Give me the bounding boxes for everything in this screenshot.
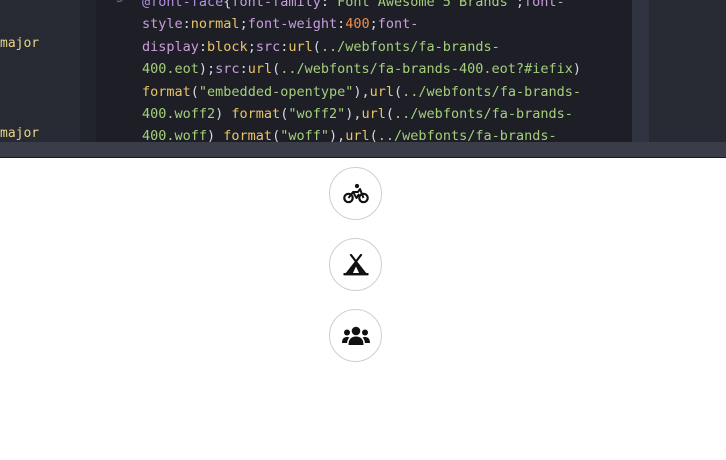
left-editor-column: major major bbox=[0, 0, 80, 142]
code-token: url bbox=[288, 38, 313, 55]
left-code-fragment: major bbox=[0, 126, 40, 141]
line-number: 5 bbox=[116, 0, 124, 6]
code-token: font-weight bbox=[247, 16, 338, 33]
code-token: : bbox=[182, 16, 191, 33]
code-token: url bbox=[247, 61, 273, 78]
code-token: ( bbox=[190, 83, 199, 100]
code-token: ) bbox=[572, 61, 581, 78]
code-token: ; bbox=[369, 16, 378, 33]
code-token: : bbox=[198, 38, 208, 55]
code-token: ../webfonts/fa-brands- bbox=[402, 83, 581, 100]
code-line: format("embedded-opentype"),url(../webfo… bbox=[142, 81, 581, 103]
code-line: display:block;src:url(../webfonts/fa-bra… bbox=[142, 36, 500, 58]
code-line: style:normal;font-weight:400;font- bbox=[142, 13, 418, 35]
code-token: block bbox=[207, 38, 248, 55]
code-token: ( bbox=[312, 38, 321, 55]
code-line: 400.eot);src:url(../webfonts/fa-brands-4… bbox=[142, 58, 581, 80]
code-token: ), bbox=[353, 83, 370, 100]
code-line: @font-face{font-family:"Font Awesome 5 B… bbox=[142, 0, 565, 13]
code-token: ( bbox=[385, 106, 395, 122]
code-token: style bbox=[142, 16, 183, 33]
code-token: : bbox=[320, 0, 329, 10]
code-token: src bbox=[215, 61, 240, 78]
code-token: "embedded-opentype" bbox=[198, 83, 354, 100]
code-line: 400.woff2) format("woff2"),url(../webfon… bbox=[142, 103, 573, 125]
scrollbar-rail[interactable] bbox=[632, 0, 649, 142]
code-token: ); bbox=[198, 61, 216, 78]
code-token: font- bbox=[377, 16, 419, 33]
code-editor-panel: major major 5 @font-face{font-family:"Fo… bbox=[0, 0, 726, 158]
campground-icon bbox=[343, 253, 368, 275]
code-token: format bbox=[231, 106, 281, 122]
code-token: "Font Awesome 5 Brands" bbox=[328, 0, 516, 10]
code-token: url bbox=[369, 83, 395, 100]
code-token: normal bbox=[190, 16, 240, 33]
users-button[interactable] bbox=[329, 309, 382, 362]
gutter-divider bbox=[80, 0, 96, 142]
left-code-fragment: major bbox=[0, 36, 40, 51]
code-token: ( bbox=[394, 83, 403, 100]
code-token: ../webfonts/fa-brands-400.eot?#iefix bbox=[280, 61, 573, 78]
code-token: src bbox=[255, 38, 281, 55]
users-icon bbox=[341, 326, 370, 345]
code-token: ), bbox=[345, 106, 362, 122]
code-token: : bbox=[239, 61, 248, 78]
code-token: font- bbox=[524, 0, 565, 10]
code-token: ../webfonts/fa-brands- bbox=[394, 106, 573, 122]
motorcycle-icon bbox=[342, 183, 369, 203]
code-token: ; bbox=[239, 16, 248, 33]
code-token: font-family bbox=[231, 0, 321, 10]
code-token: @font-face bbox=[142, 0, 224, 10]
horizontal-scrollbar[interactable] bbox=[0, 142, 726, 157]
code-token: "woff2" bbox=[288, 106, 346, 122]
motorcycle-button[interactable] bbox=[329, 167, 382, 220]
code-token: 400 bbox=[345, 16, 370, 33]
code-token: ) bbox=[215, 106, 232, 122]
code-token: ../webfonts/fa-brands- bbox=[320, 38, 500, 55]
code-token: ( bbox=[272, 61, 281, 78]
divider bbox=[0, 157, 726, 158]
right-editor-column bbox=[649, 0, 726, 142]
code-token: ; bbox=[247, 38, 256, 55]
campground-button[interactable] bbox=[329, 238, 382, 291]
code-token: format bbox=[142, 83, 191, 100]
code-token: ; bbox=[515, 0, 525, 10]
code-token: 400.eot bbox=[142, 61, 199, 78]
code-token: 400.woff2 bbox=[142, 106, 216, 122]
code-token: url bbox=[361, 106, 386, 122]
code-token: display bbox=[142, 38, 199, 55]
